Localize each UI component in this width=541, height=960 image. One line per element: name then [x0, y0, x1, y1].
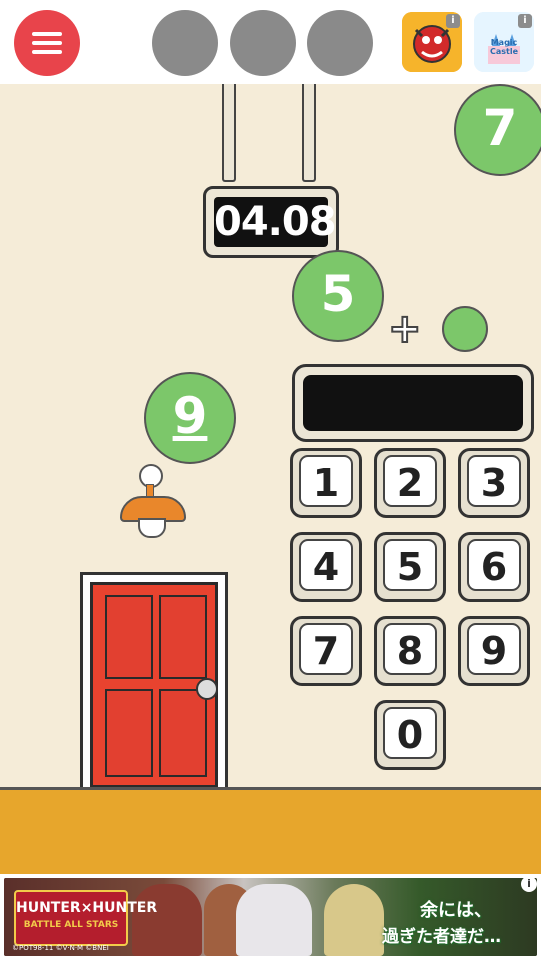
banner-logo-tag: BATTLE ALL STARS — [23, 920, 119, 930]
ad-app-icon-1[interactable]: i — [402, 12, 462, 72]
ad-info-icon[interactable]: i — [521, 876, 537, 892]
banner-tagline-1: 余には、 — [420, 900, 492, 921]
key-label: 1 — [299, 455, 353, 507]
answer-screen — [303, 375, 523, 431]
number-bubble-9[interactable]: 9 — [144, 372, 236, 464]
banner-logo-title: HUNTER×HUNTER — [16, 900, 158, 916]
menu-button[interactable] — [14, 10, 80, 76]
door-panel — [159, 595, 207, 679]
answer-display — [292, 364, 534, 442]
inventory-slot-1[interactable] — [152, 10, 218, 76]
ad-info-badge[interactable]: i — [518, 14, 532, 28]
menu-line — [32, 32, 62, 36]
timer-hanger-rod-left — [222, 84, 236, 182]
key-label: 0 — [383, 707, 437, 759]
keypad-key-5[interactable]: 5 — [374, 532, 446, 602]
empty-bubble[interactable] — [442, 306, 488, 352]
keypad-key-3[interactable]: 3 — [458, 448, 530, 518]
keypad-key-1[interactable]: 1 — [290, 448, 362, 518]
top-bar: i Magic Castle i — [0, 0, 541, 84]
ad-app-label: Magic Castle — [489, 38, 519, 56]
door-panel — [105, 595, 153, 679]
door-panel — [159, 689, 207, 777]
hanging-timer[interactable]: 04.08 — [203, 186, 339, 258]
banner-copyright: ©POT98-11 ©V·N·M ©BNEI — [12, 944, 109, 952]
ad-info-badge[interactable]: i — [446, 14, 460, 28]
key-label: 4 — [299, 539, 353, 591]
keypad-key-2[interactable]: 2 — [374, 448, 446, 518]
keypad-key-4[interactable]: 4 — [290, 532, 362, 602]
number-bubble-7[interactable]: 7 — [454, 84, 541, 176]
banner-logo: HUNTER×HUNTER BATTLE ALL STARS — [14, 890, 158, 946]
key-label: 7 — [299, 623, 353, 675]
menu-line — [32, 41, 62, 45]
character-figure — [132, 884, 202, 956]
timer-display: 04.08 — [214, 197, 337, 247]
character-figure — [236, 884, 312, 956]
lamp-bulb — [138, 518, 166, 538]
key-label: 3 — [467, 455, 521, 507]
menu-line — [32, 50, 62, 54]
key-label: 6 — [467, 539, 521, 591]
keypad-key-8[interactable]: 8 — [374, 616, 446, 686]
banner-ad[interactable]: HUNTER×HUNTER BATTLE ALL STARS 余には、 過ぎた者… — [0, 874, 541, 960]
inventory-slot-3[interactable] — [307, 10, 373, 76]
key-label: 8 — [383, 623, 437, 675]
key-label: 2 — [383, 455, 437, 507]
key-label: 5 — [383, 539, 437, 591]
keypad-key-0[interactable]: 0 — [374, 700, 446, 770]
floor — [0, 787, 541, 877]
keypad-key-6[interactable]: 6 — [458, 532, 530, 602]
banner-tagline-2: 過ぎた者達だ… — [382, 927, 501, 947]
timer-hanger-rod-right — [302, 84, 316, 182]
key-label: 9 — [467, 623, 521, 675]
character-figure — [324, 884, 384, 956]
door-panel — [105, 689, 153, 777]
door-knob[interactable] — [196, 678, 218, 700]
banner-ad-image: HUNTER×HUNTER BATTLE ALL STARS 余には、 過ぎた者… — [4, 878, 537, 956]
number-bubble-5[interactable]: 5 — [292, 250, 384, 342]
keypad-key-7[interactable]: 7 — [290, 616, 362, 686]
ad-app-icon-2[interactable]: Magic Castle i — [474, 12, 534, 72]
plus-sign: + — [387, 305, 422, 353]
inventory-slot-2[interactable] — [230, 10, 296, 76]
game-scene: 04.08 7 5 9 + 1 2 3 4 5 6 7 8 9 0 — [0, 84, 541, 877]
keypad-key-9[interactable]: 9 — [458, 616, 530, 686]
